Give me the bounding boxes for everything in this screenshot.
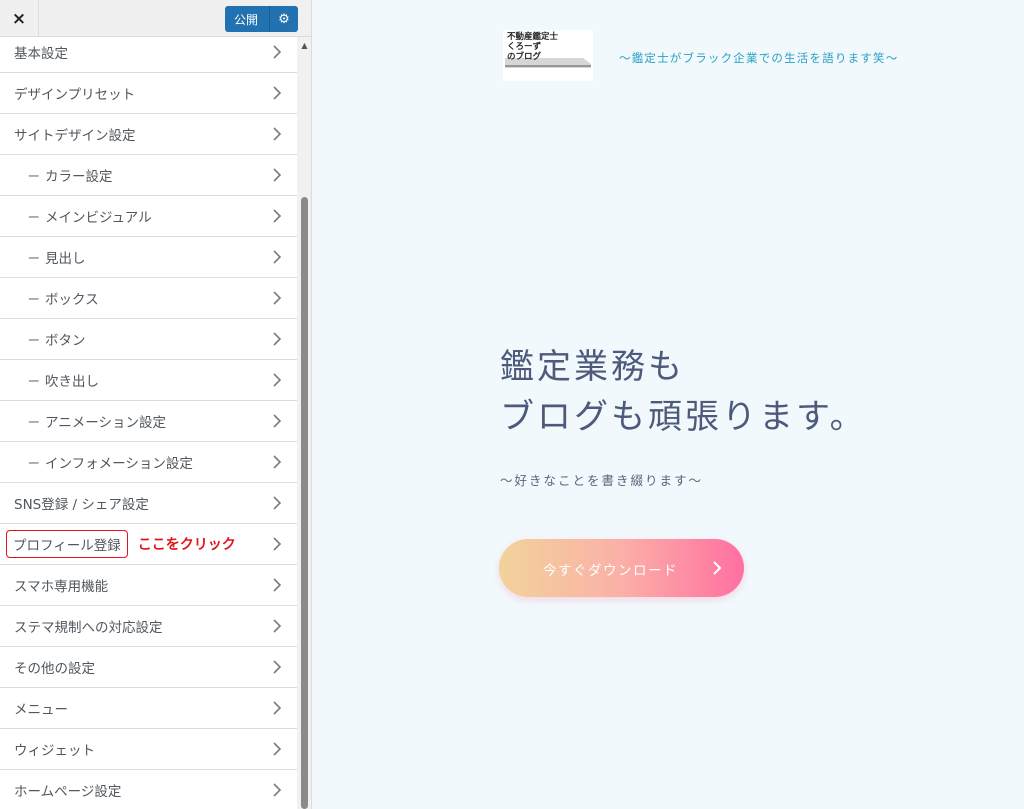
chevron-right-icon: [273, 127, 282, 141]
sidebar-item[interactable]: －カラー設定: [0, 155, 297, 196]
sidebar-item[interactable]: スマホ専用機能: [0, 565, 297, 606]
chevron-right-icon: [273, 291, 282, 305]
chevron-right-icon: [273, 578, 282, 592]
sidebar-item-text: 吹き出し: [45, 374, 99, 390]
chevron-right-icon: [273, 332, 282, 346]
sidebar-item[interactable]: －見出し: [0, 237, 297, 278]
sidebar-item-label: －見出し: [0, 247, 86, 267]
sidebar-item-label: デザインプリセット: [14, 87, 136, 103]
sidebar-item-label: ホームページ設定: [14, 784, 122, 800]
sidebar-item-text: メインビジュアル: [45, 210, 152, 226]
sidebar-item[interactable]: その他の設定: [0, 647, 297, 688]
chevron-right-icon: [273, 45, 282, 59]
sidebar-item[interactable]: ホームページ設定: [0, 770, 297, 809]
hero-heading-line-2: ブログも頑張ります。: [500, 397, 867, 437]
download-button-label: 今すぐダウンロード: [543, 563, 678, 579]
download-button[interactable]: 今すぐダウンロード: [499, 539, 744, 597]
sidebar-item[interactable]: －ボタン: [0, 319, 297, 360]
sub-item-dash: －: [27, 292, 41, 308]
click-here-annotation: ここをクリック: [137, 537, 236, 553]
chevron-right-icon: [273, 414, 282, 428]
sidebar-item[interactable]: ステマ規制への対応設定: [0, 606, 297, 647]
sidebar-item[interactable]: －インフォメーション設定: [0, 442, 297, 483]
chevron-right-icon: [273, 86, 282, 100]
customizer-menu: 基本設定 デザインプリセット サイトデザイン設定－カラー設定－メインビジュアル－見出…: [0, 37, 297, 809]
sidebar-item[interactable]: デザインプリセット: [0, 73, 297, 114]
sidebar-item-label: SNS登録 / シェア設定: [14, 497, 149, 513]
chevron-right-icon: [273, 742, 282, 756]
sidebar-item-text: カラー設定: [45, 169, 113, 185]
sidebar-item-label: プロフィール登録: [6, 530, 128, 558]
sidebar-item-label: －カラー設定: [0, 165, 113, 185]
chevron-right-icon: [273, 537, 282, 551]
sidebar-item-text: インフォメーション設定: [45, 456, 193, 472]
sub-item-dash: －: [27, 251, 41, 267]
sidebar-item-text: アニメーション設定: [45, 415, 166, 431]
sidebar-item-text: ボックス: [45, 292, 99, 308]
sidebar-item[interactable]: サイトデザイン設定: [0, 114, 297, 155]
hero-subheading: ～好きなことを書き綴ります～: [500, 473, 704, 488]
scrollbar-thumb[interactable]: [301, 197, 308, 809]
sidebar-item-label: ステマ規制への対応設定: [14, 620, 163, 636]
sidebar-item[interactable]: －アニメーション設定: [0, 401, 297, 442]
sidebar-item-label: －ボタン: [0, 329, 86, 349]
logo-line-1: 不動産鑑定士: [507, 32, 559, 42]
chevron-right-icon: [273, 250, 282, 264]
sidebar-item[interactable]: プロフィール登録 ここをクリック: [0, 524, 297, 565]
sidebar-item-label: 基本設定: [14, 46, 68, 62]
chevron-right-icon: [273, 660, 282, 674]
chevron-right-icon: [273, 701, 282, 715]
site-logo[interactable]: 不動産鑑定士 くろーず のブログ: [503, 30, 593, 81]
sidebar-item-label: －吹き出し: [0, 370, 99, 390]
sidebar-item-label: スマホ専用機能: [14, 579, 109, 595]
sidebar-item-label: メニュー: [14, 702, 68, 718]
sidebar-item[interactable]: －ボックス: [0, 278, 297, 319]
sub-item-dash: －: [27, 456, 41, 472]
sidebar-item-text: ボタン: [45, 333, 86, 349]
publish-button[interactable]: 公開 ⚙: [225, 6, 298, 32]
sub-item-dash: －: [27, 333, 41, 349]
sub-item-dash: －: [27, 169, 41, 185]
chevron-right-icon: [273, 455, 282, 469]
publish-label: 公開: [234, 12, 259, 27]
sidebar-item-label: －インフォメーション設定: [0, 452, 193, 472]
site-tagline: ～鑑定士がブラック企業での生活を語ります笑～: [619, 51, 899, 65]
scroll-up-icon[interactable]: ▲: [297, 41, 311, 51]
sidebar-item-label: ウィジェット: [14, 743, 95, 759]
sidebar-item-text: 見出し: [45, 251, 86, 267]
hero-heading-line-1: 鑑定業務も: [500, 347, 685, 387]
sidebar-item[interactable]: 基本設定: [0, 37, 297, 73]
sidebar-item[interactable]: SNS登録 / シェア設定: [0, 483, 297, 524]
chevron-right-icon: [273, 619, 282, 633]
logo-line-2: くろーず: [507, 42, 542, 52]
sidebar-item[interactable]: メニュー: [0, 688, 297, 729]
scrollbar[interactable]: ▲: [297, 37, 311, 809]
chevron-right-icon: [273, 496, 282, 510]
sub-item-dash: －: [27, 374, 41, 390]
sidebar-item[interactable]: －メインビジュアル: [0, 196, 297, 237]
sidebar-item-label: －メインビジュアル: [0, 206, 152, 226]
logo-line-3: のブログ: [507, 52, 542, 62]
gear-icon[interactable]: ⚙: [270, 12, 298, 27]
sidebar-header: × 公開 ⚙: [0, 0, 311, 37]
sidebar-item-label: サイトデザイン設定: [14, 128, 136, 144]
chevron-right-icon: [273, 373, 282, 387]
chevron-right-icon: [273, 168, 282, 182]
sidebar-item[interactable]: －吹き出し: [0, 360, 297, 401]
chevron-right-icon: [713, 561, 722, 575]
chevron-right-icon: [273, 209, 282, 223]
sidebar-item-label: －ボックス: [0, 288, 99, 308]
close-icon[interactable]: ×: [0, 0, 39, 37]
chevron-right-icon: [273, 783, 282, 797]
sidebar-item-label: その他の設定: [14, 661, 95, 677]
sub-item-dash: －: [27, 415, 41, 431]
sidebar-item-label: －アニメーション設定: [0, 411, 166, 431]
site-preview: 不動産鑑定士 くろーず のブログ ～鑑定士がブラック企業での生活を語ります笑～ …: [313, 0, 1024, 809]
sidebar-item[interactable]: ウィジェット: [0, 729, 297, 770]
sub-item-dash: －: [27, 210, 41, 226]
customizer-sidebar: × 公開 ⚙ 基本設定 デザインプリセット サイトデザイン設定－カラー設定－メインビ…: [0, 0, 312, 809]
